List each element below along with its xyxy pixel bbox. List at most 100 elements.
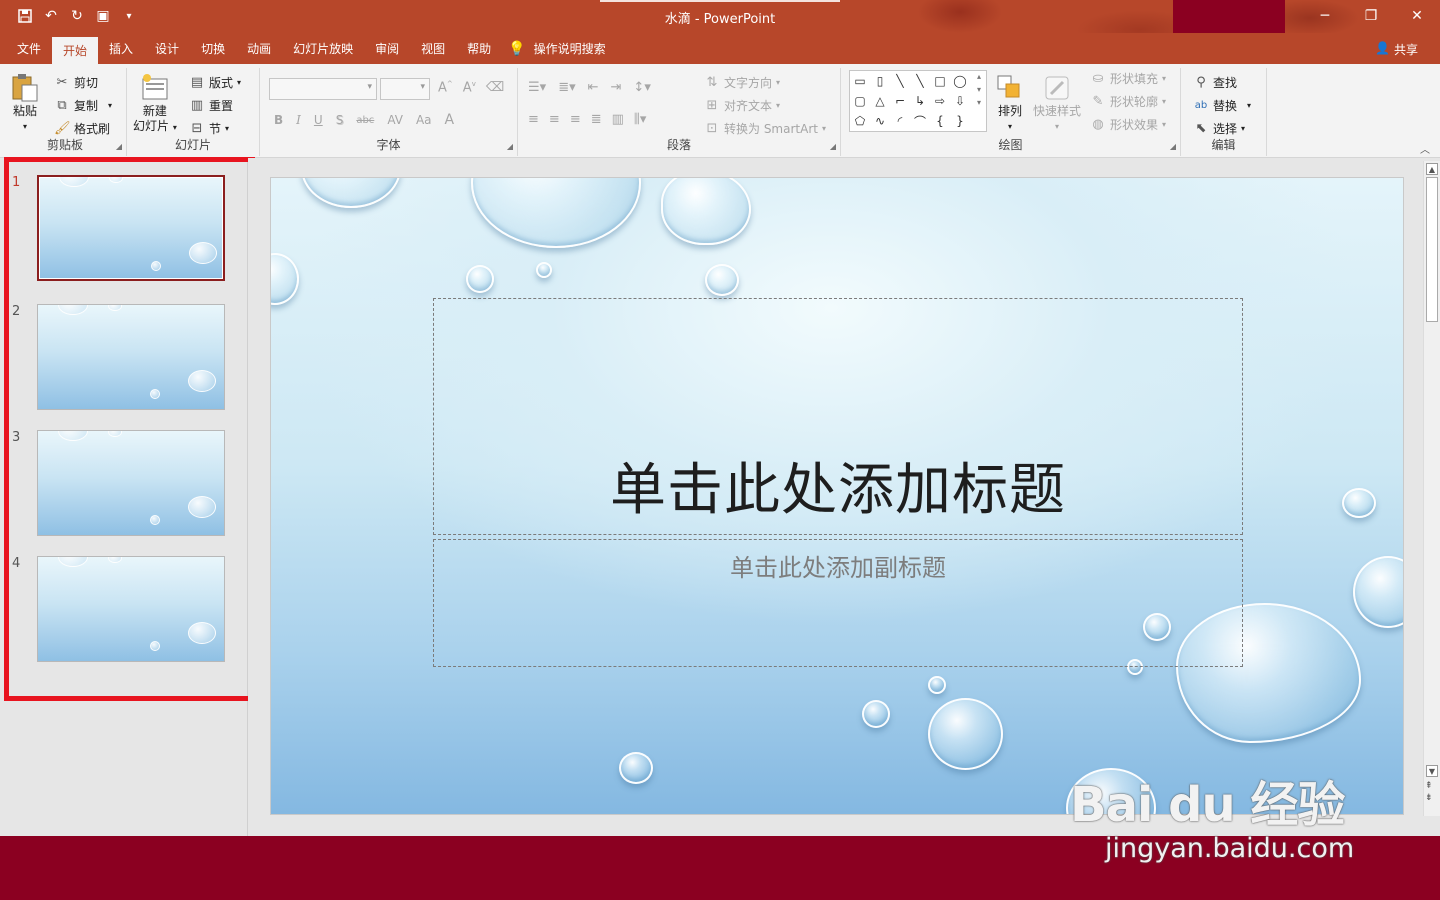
- elbow-shape-icon[interactable]: ⌐: [890, 91, 910, 111]
- font-color-button[interactable]: A: [445, 112, 455, 128]
- clipboard-launcher-icon[interactable]: ◢: [116, 142, 122, 151]
- quick-styles-button[interactable]: 快速样式 ▾: [1033, 72, 1081, 134]
- shadow-button[interactable]: S: [336, 113, 344, 127]
- vertical-scrollbar[interactable]: ▲ ▼: [1423, 161, 1440, 816]
- paragraph-launcher-icon[interactable]: ◢: [830, 142, 836, 151]
- paste-button[interactable]: 粘贴 ▾: [10, 72, 40, 134]
- text-direction-button[interactable]: ⇅ 文字方向 ▾: [704, 74, 780, 91]
- change-case-button[interactable]: Aa: [416, 113, 432, 127]
- tab-design[interactable]: 设计: [144, 33, 190, 64]
- tab-animations[interactable]: 动画: [236, 33, 282, 64]
- shape-outline-button[interactable]: ✎ 形状轮廓 ▾: [1090, 93, 1166, 110]
- right-arrow-shape-icon[interactable]: ⇨: [930, 91, 950, 111]
- shape-effects-button[interactable]: ◍ 形状效果 ▾: [1090, 116, 1166, 133]
- tab-file[interactable]: 文件: [6, 33, 52, 64]
- slide-thumbnail[interactable]: [37, 175, 225, 281]
- elbow-arrow-shape-icon[interactable]: ↳: [910, 91, 930, 111]
- curve-shape-icon[interactable]: ⌒: [910, 111, 930, 131]
- minimize-icon[interactable]: ─: [1302, 0, 1348, 32]
- current-slide[interactable]: 单击此处添加标题 单击此处添加副标题: [270, 177, 1404, 815]
- copy-button[interactable]: ⧉ 复制 ▾: [54, 97, 112, 114]
- next-slide-icon[interactable]: ⇟: [1425, 792, 1433, 804]
- rounded-rect-shape-icon[interactable]: ▢: [850, 91, 870, 111]
- previous-slide-icon[interactable]: ⇞: [1425, 780, 1433, 792]
- align-text-button[interactable]: ⊞ 对齐文本 ▾: [704, 97, 780, 114]
- tab-slideshow[interactable]: 幻灯片放映: [282, 33, 364, 64]
- oval-shape-icon[interactable]: ◯: [950, 71, 970, 91]
- underline-button[interactable]: U: [314, 113, 323, 127]
- char-spacing-button[interactable]: AV: [387, 113, 403, 127]
- shrink-font-icon[interactable]: Av: [463, 80, 476, 95]
- tab-transitions[interactable]: 切换: [190, 33, 236, 64]
- shape-fill-button[interactable]: ⛀ 形状填充 ▾: [1090, 70, 1166, 87]
- tab-help[interactable]: 帮助: [456, 33, 502, 64]
- tab-review[interactable]: 审阅: [364, 33, 410, 64]
- slide-thumbnail[interactable]: [37, 304, 225, 410]
- save-icon[interactable]: [14, 5, 36, 27]
- cut-button[interactable]: ✂ 剪切: [54, 74, 98, 91]
- decrease-indent-icon[interactable]: ⇤: [588, 80, 599, 95]
- tab-home[interactable]: 开始: [52, 37, 99, 64]
- line-shape-icon[interactable]: ╲: [890, 71, 910, 91]
- close-icon[interactable]: ✕: [1394, 0, 1440, 32]
- clear-format-icon[interactable]: ⌫: [486, 80, 504, 95]
- strikethrough-button[interactable]: abc: [356, 115, 374, 126]
- triangle-shape-icon[interactable]: △: [870, 91, 890, 111]
- freeform-shape-icon[interactable]: ⬠: [850, 111, 870, 131]
- rectangle-shape-icon[interactable]: □: [930, 71, 950, 91]
- undo-icon[interactable]: ↶: [40, 5, 62, 27]
- scroll-up-icon[interactable]: ▲: [1426, 163, 1438, 175]
- scrollbar-thumb[interactable]: [1426, 177, 1438, 322]
- slide-thumbnail[interactable]: [37, 430, 225, 536]
- find-button[interactable]: ⚲ 查找: [1193, 74, 1237, 91]
- shapes-gallery[interactable]: ▭ ▯ ╲ ╲ □ ◯ ▢ △ ⌐ ↳ ⇨ ⇩ ⬠ ∿ ◜ ⌒ { }: [849, 70, 987, 132]
- textbox-shape-icon[interactable]: ▭: [850, 71, 870, 91]
- distributed-icon[interactable]: ▥: [612, 112, 624, 127]
- new-slide-button[interactable]: 新建 幻灯片 ▾: [133, 72, 177, 135]
- arrange-button[interactable]: 排列 ▾: [995, 72, 1025, 134]
- present-icon[interactable]: ▣: [92, 5, 114, 27]
- arc-shape-icon[interactable]: ◜: [890, 111, 910, 131]
- redo-icon[interactable]: ↻: [66, 5, 88, 27]
- arrow-line-shape-icon[interactable]: ╲: [910, 71, 930, 91]
- collapse-ribbon-icon[interactable]: ︿: [1420, 141, 1430, 156]
- align-left-icon[interactable]: ≡: [528, 112, 539, 127]
- select-button[interactable]: ⬉ 选择 ▾: [1193, 120, 1245, 137]
- bold-button[interactable]: B: [274, 113, 283, 127]
- font-launcher-icon[interactable]: ◢: [507, 142, 513, 151]
- reset-button[interactable]: ▥ 重置: [189, 97, 233, 114]
- layout-button[interactable]: ▤ 版式 ▾: [189, 74, 241, 91]
- align-right-icon[interactable]: ≡: [570, 112, 581, 127]
- format-painter-button[interactable]: 🖌 格式刷: [54, 120, 110, 137]
- smartart-button[interactable]: ⊡ 转换为 SmartArt ▾: [704, 120, 826, 137]
- drawing-launcher-icon[interactable]: ◢: [1170, 142, 1176, 151]
- grow-font-icon[interactable]: A^: [438, 80, 453, 95]
- columns-icon[interactable]: ⫼▾: [634, 112, 647, 127]
- left-brace-shape-icon[interactable]: {: [930, 111, 950, 131]
- bullets-icon[interactable]: ☰▾: [528, 80, 546, 95]
- tell-me-search[interactable]: 💡 操作说明搜索: [508, 33, 605, 64]
- subtitle-placeholder[interactable]: 单击此处添加副标题: [433, 539, 1243, 667]
- section-button[interactable]: ⊟ 节 ▾: [189, 120, 229, 137]
- tab-insert[interactable]: 插入: [98, 33, 144, 64]
- scribble-shape-icon[interactable]: ∿: [870, 111, 890, 131]
- share-button[interactable]: 👤 共享: [1375, 41, 1418, 58]
- increase-indent-icon[interactable]: ⇥: [611, 80, 622, 95]
- customize-icon[interactable]: ▾: [118, 5, 140, 27]
- justify-icon[interactable]: ≣: [591, 112, 602, 127]
- right-brace-shape-icon[interactable]: }: [950, 111, 970, 131]
- replace-button[interactable]: ab 替换 ▾: [1193, 97, 1251, 114]
- numbering-icon[interactable]: ≣▾: [558, 80, 575, 95]
- scroll-down-icon[interactable]: ▼: [1426, 765, 1438, 777]
- shapes-gallery-scroll[interactable]: ▴ ▾ ▾: [973, 72, 985, 107]
- italic-button[interactable]: I: [296, 113, 301, 127]
- down-arrow-shape-icon[interactable]: ⇩: [950, 91, 970, 111]
- title-placeholder[interactable]: 单击此处添加标题: [433, 298, 1243, 535]
- line-spacing-icon[interactable]: ↕▾: [633, 80, 650, 95]
- align-center-icon[interactable]: ≡: [549, 112, 560, 127]
- font-size-combo[interactable]: [380, 78, 430, 100]
- vertical-textbox-shape-icon[interactable]: ▯: [870, 71, 890, 91]
- tab-view[interactable]: 视图: [410, 33, 456, 64]
- restore-icon[interactable]: ❐: [1348, 0, 1394, 32]
- font-name-combo[interactable]: [269, 78, 377, 100]
